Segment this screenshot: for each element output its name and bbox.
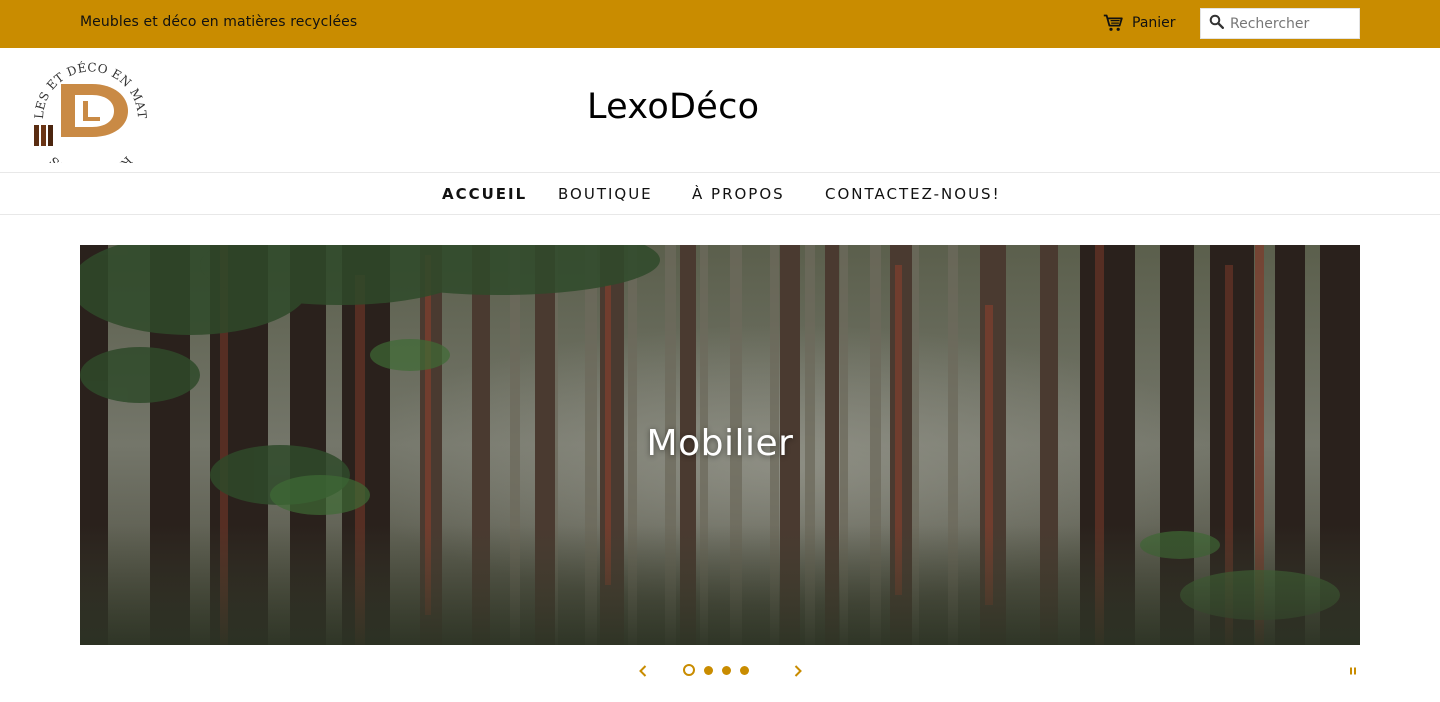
slide-dots [683, 663, 749, 677]
nav-item-contact[interactable]: CONTACTEZ-NOUS! [825, 185, 1001, 203]
slide-dot[interactable] [722, 665, 731, 675]
nav-item-a-propos[interactable]: À PROPOS [692, 185, 785, 203]
slide-prev-button[interactable] [635, 662, 651, 680]
nav-item-accueil[interactable]: ACCUEIL [442, 185, 527, 203]
cart-link[interactable]: Panier [1103, 12, 1176, 34]
announcement-bar: Meubles et déco en matières recyclées Pa… [0, 0, 1440, 48]
slide-next-button[interactable] [790, 662, 806, 680]
nav-item-boutique[interactable]: BOUTIQUE [558, 185, 653, 203]
announcement-text: Meubles et déco en matières recyclées [80, 14, 358, 30]
hero-slideshow[interactable]: Mobilier [80, 245, 1360, 645]
slide-dot[interactable] [704, 665, 713, 675]
search-box[interactable] [1200, 8, 1360, 39]
cart-icon [1103, 14, 1123, 32]
site-title[interactable]: LexoDéco [587, 87, 759, 127]
pause-icon [1350, 667, 1356, 675]
chevron-left-icon [639, 665, 647, 677]
search-icon[interactable] [1209, 14, 1224, 33]
site-logo[interactable]: MEUBLES ET DÉCO EN MATIÈRES RECYCLÉES [30, 57, 152, 163]
cart-label: Panier [1132, 15, 1176, 31]
slideshow-pause-button[interactable] [1346, 664, 1360, 678]
slide-dot[interactable] [740, 665, 749, 675]
search-input[interactable] [1230, 15, 1350, 32]
slide-dot[interactable] [683, 664, 695, 676]
chevron-right-icon [794, 665, 802, 677]
main-nav: ACCUEIL BOUTIQUE À PROPOS CONTACTEZ-NOUS… [0, 172, 1440, 215]
slide-title[interactable]: Mobilier [80, 423, 1360, 464]
